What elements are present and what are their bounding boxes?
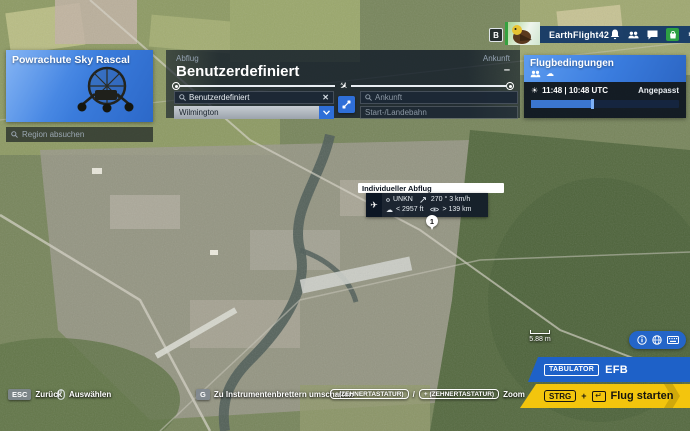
visibility-value: > 139 km <box>442 206 471 213</box>
start-flight-button[interactable]: STRG + ↵ Flug starten <box>520 384 690 408</box>
departure-label: Abflug <box>176 54 199 63</box>
hint-zoom: - (ZEHNERTASTATUR) / + (ZEHNERTASTATUR) … <box>330 388 525 400</box>
arrival-search-field[interactable] <box>360 91 518 104</box>
avatar[interactable] <box>505 22 540 45</box>
hint-back: ESC Zurück <box>8 388 62 400</box>
g-key-badge: G <box>196 389 210 400</box>
time-slider-handle[interactable] <box>591 99 594 109</box>
swap-icon <box>342 100 351 109</box>
arrival-search-input[interactable] <box>375 93 513 102</box>
start-flight-label: Flug starten <box>611 390 674 402</box>
map-scale-bar <box>530 330 550 334</box>
weather-icon: ☁ <box>546 70 554 78</box>
wind-value: 270 ° 3 km/h <box>431 196 470 203</box>
hint-select-label: Auswählen <box>69 390 111 399</box>
clear-icon[interactable]: ✕ <box>322 94 329 102</box>
friends-icon[interactable] <box>628 29 639 40</box>
esc-key-badge: ESC <box>8 389 31 400</box>
mouse-icon <box>57 389 65 400</box>
departure-airport-dropdown[interactable]: Wilmington <box>174 106 334 119</box>
departure-search-input[interactable] <box>189 93 319 102</box>
departure-pin-tail <box>430 226 434 230</box>
search-icon <box>179 94 186 101</box>
departure-tooltip-header: Individueller Abflug <box>358 183 504 193</box>
bird-avatar-image <box>508 22 540 45</box>
destination-marker-icon <box>506 82 514 90</box>
hint-zoom-label: Zoom <box>503 390 525 399</box>
departure-tooltip-body: ✈ UNKN 270 ° 3 km/h ☁ < 2957 ft > 139 km <box>366 193 488 217</box>
time-display: 11:48 | 10:48 UTC <box>542 86 608 95</box>
marketplace-icon[interactable] <box>666 28 679 41</box>
numpad-minus-key-badge: - (ZEHNERTASTATUR) <box>330 389 409 399</box>
map-scale-label: 5.88 m <box>520 336 560 343</box>
cloud-icon: ☁ <box>386 206 393 214</box>
flight-plan-panel: Abflug Benutzerdefiniert Ankunft – ✈ ✕ W… <box>166 50 520 118</box>
enter-key-icon: ↵ <box>592 391 606 402</box>
aircraft-name: Powrachute Sky Rascal <box>12 54 130 66</box>
chevron-down-icon[interactable] <box>319 106 334 119</box>
world-map-screen: B EarthFlight42 ⚙ Powrac <box>0 0 690 431</box>
keyboard-icon[interactable] <box>667 336 679 344</box>
weather-preset: Angepasst <box>638 86 679 95</box>
origin-marker-icon <box>172 82 180 90</box>
efb-bar[interactable]: TABULATOR EFB <box>528 357 690 382</box>
wind-icon <box>420 196 428 203</box>
swap-route-button[interactable] <box>338 96 355 113</box>
globe-icon[interactable] <box>652 335 662 345</box>
aircraft-side-icon: ✈ <box>366 193 382 217</box>
plus-separator: + <box>581 391 586 401</box>
station-value: UNKN <box>393 196 413 203</box>
time-slider[interactable] <box>531 100 679 108</box>
keyboard-hint-label: B <box>493 31 499 40</box>
efb-label: EFB <box>605 364 628 376</box>
aircraft-image <box>65 64 143 116</box>
selected-aircraft-card[interactable]: Powrachute Sky Rascal <box>6 50 153 122</box>
runway-input[interactable] <box>365 108 513 117</box>
hint-select: Auswählen <box>57 388 111 400</box>
hint-zoom-separator: / <box>413 390 415 399</box>
strg-key-badge: STRG <box>544 390 576 402</box>
efb-key-badge: TABULATOR <box>544 364 599 376</box>
cloud-base-value: < 2957 ft <box>396 206 423 213</box>
region-search-box[interactable] <box>6 127 153 142</box>
station-icon <box>386 198 390 202</box>
username: EarthFlight42 <box>549 30 609 40</box>
sun-icon: ☀ <box>531 86 538 95</box>
map-toolbar <box>629 331 686 349</box>
flight-conditions-header[interactable]: Flugbedingungen ☁ <box>524 55 686 82</box>
multiplayer-icon <box>530 70 541 78</box>
region-search-input[interactable] <box>22 130 148 139</box>
departure-tooltip-title: Individueller Abflug <box>362 184 432 193</box>
route-progress-line: ✈ <box>172 81 514 91</box>
flight-conditions-panel[interactable]: Flugbedingungen ☁ ☀ 11:48 | 10:48 UTC An… <box>524 55 686 118</box>
numpad-plus-key-badge: + (ZEHNERTASTATUR) <box>419 389 499 399</box>
time-slider-fill <box>531 100 592 108</box>
arrival-value: – <box>504 64 510 76</box>
route-plane-icon: ✈ <box>336 79 349 93</box>
arrival-label: Ankunft <box>483 54 510 63</box>
info-icon[interactable] <box>637 335 647 345</box>
flight-conditions-title: Flugbedingungen <box>530 58 680 69</box>
keyboard-hint-badge: B <box>489 28 503 42</box>
search-icon <box>11 131 18 138</box>
user-bar: EarthFlight42 ⚙ <box>540 26 690 43</box>
departure-value: Benutzerdefiniert <box>176 63 299 80</box>
departure-search-field[interactable]: ✕ <box>174 91 334 104</box>
departure-airport-selected: Wilmington <box>174 106 319 119</box>
departure-pin-number: 1 <box>430 217 434 226</box>
chat-icon[interactable] <box>647 29 658 40</box>
runway-field[interactable] <box>360 106 518 119</box>
notifications-icon[interactable] <box>609 29 620 40</box>
search-icon <box>365 94 372 101</box>
visibility-eye-icon <box>430 207 439 212</box>
